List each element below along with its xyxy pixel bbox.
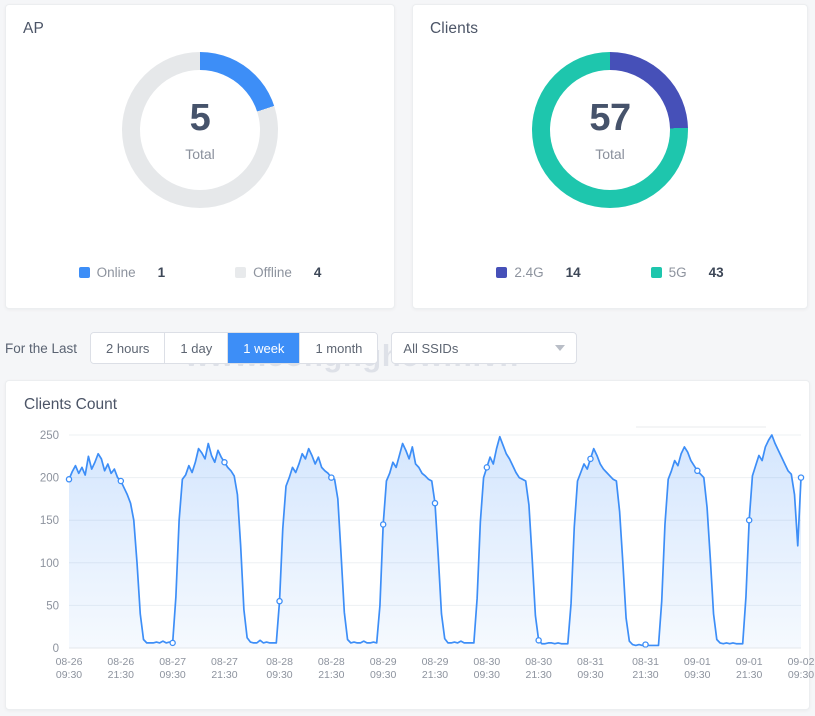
clients-count-chart[interactable]: 050100150200250 08-2609:3008-2621:3008-2… [6, 423, 809, 709]
ap-legend-item-offline[interactable]: Offline 4 [235, 265, 321, 280]
clients-legend-label-5g: 5G [669, 265, 687, 280]
legend-swatch-icon [79, 267, 90, 278]
clients-legend-value-5g: 43 [709, 265, 724, 280]
legend-swatch-icon [496, 267, 507, 278]
clients-donut-center: 57 Total [550, 70, 670, 190]
ap-total-label: Total [185, 146, 215, 162]
time-range-group: 2 hours1 day1 week1 month [90, 332, 378, 364]
clients-total-label: Total [595, 146, 625, 162]
legend-swatch-icon [651, 267, 662, 278]
clients-legend-label-24g: 2.4G [514, 265, 543, 280]
svg-text:250: 250 [40, 430, 59, 442]
dashboard-page: AP 5 Total Online 1 Offline [0, 0, 815, 716]
time-range-1-week[interactable]: 1 week [228, 333, 300, 363]
clients-count-card: Clients Count 050100150200250 08-2609:30… [5, 380, 810, 710]
svg-text:0: 0 [53, 643, 59, 655]
ap-legend-item-online[interactable]: Online 1 [79, 265, 166, 280]
time-range-1-day[interactable]: 1 day [165, 333, 228, 363]
ap-donut-chart: 5 Total [122, 52, 278, 208]
filter-label: For the Last [5, 341, 77, 356]
ssid-select[interactable]: All SSIDs [391, 332, 577, 364]
clients-donut-wrap: 57 Total [413, 52, 807, 208]
clients-legend-item-5g[interactable]: 5G 43 [651, 265, 724, 280]
ap-donut-wrap: 5 Total [6, 52, 394, 208]
filter-toolbar: For the Last 2 hours1 day1 week1 month A… [5, 326, 815, 370]
svg-text:200: 200 [40, 473, 59, 485]
chart-title: Clients Count [6, 381, 809, 414]
ap-legend: Online 1 Offline 4 [6, 265, 394, 280]
ap-legend-value-online: 1 [158, 265, 166, 280]
clients-card: Clients 57 Total 2.4G 14 5G [412, 4, 808, 309]
clients-legend-item-24g[interactable]: 2.4G 14 [496, 265, 580, 280]
ap-total-value: 5 [190, 99, 211, 137]
chevron-down-icon [555, 345, 565, 351]
ap-legend-value-offline: 4 [314, 265, 322, 280]
time-range-1-month[interactable]: 1 month [300, 333, 377, 363]
clients-card-title: Clients [413, 5, 807, 38]
ap-legend-label-offline: Offline [253, 265, 292, 280]
summary-cards-row: AP 5 Total Online 1 Offline [0, 0, 815, 309]
chart-svg: 0 50 100 150 200 250 [6, 423, 809, 709]
svg-text:100: 100 [40, 558, 59, 570]
ap-card: AP 5 Total Online 1 Offline [5, 4, 395, 309]
svg-text:150: 150 [40, 515, 59, 527]
clients-total-value: 57 [589, 99, 630, 137]
ssid-selected-value: All SSIDs [403, 341, 458, 356]
clients-legend: 2.4G 14 5G 43 [413, 265, 807, 280]
clients-donut-chart: 57 Total [532, 52, 688, 208]
ap-legend-label-online: Online [97, 265, 136, 280]
ap-donut-center: 5 Total [140, 70, 260, 190]
legend-swatch-icon [235, 267, 246, 278]
svg-text:50: 50 [46, 600, 59, 612]
time-range-2-hours[interactable]: 2 hours [91, 333, 165, 363]
clients-legend-value-24g: 14 [566, 265, 581, 280]
ap-card-title: AP [6, 5, 394, 38]
